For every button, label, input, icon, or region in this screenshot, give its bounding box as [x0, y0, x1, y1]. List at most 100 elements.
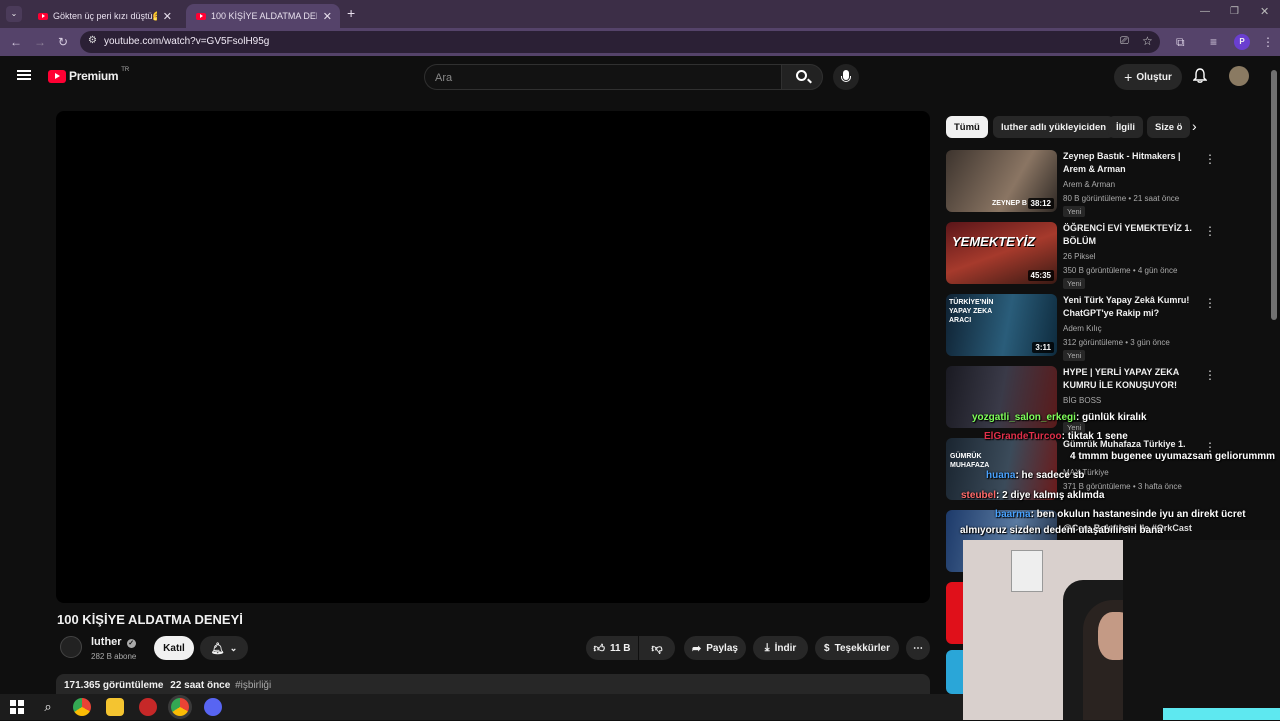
url-text: youtube.com/watch?v=GV5FsolH95g	[104, 36, 270, 47]
bookmark-star-icon[interactable]: ☆	[1142, 34, 1153, 48]
channel-avatar[interactable]	[60, 636, 82, 658]
back-icon[interactable]: ←	[10, 35, 22, 49]
video-player[interactable]	[56, 111, 930, 603]
hashtag-link[interactable]: #işbirliği	[235, 680, 271, 691]
tab-shorts[interactable]: Gökten üç peri kızı düştü🤗 #s ✕	[28, 4, 180, 28]
app-icon[interactable]	[204, 698, 222, 716]
more-vertical-icon[interactable]: ⋮	[1204, 224, 1216, 238]
close-window-icon[interactable]: ✕	[1260, 5, 1269, 18]
hamburger-menu-icon[interactable]	[17, 70, 31, 80]
rec-meta: 312 görüntüleme • 3 gün önce	[1063, 338, 1170, 347]
reload-icon[interactable]: ↻	[58, 35, 68, 49]
new-tab-icon[interactable]: +	[347, 5, 355, 21]
recommendation-item[interactable]: ZEYNEP B 38:12 Zeynep Bastık - Hitmakers…	[946, 150, 1226, 217]
search-button[interactable]	[781, 64, 823, 90]
channel-name[interactable]: luther ✓	[91, 636, 136, 648]
recommendation-item[interactable]: TÜRKİYE'NİN YAPAY ZEKA ARACI 3:11 Yeni T…	[946, 294, 1226, 361]
more-actions-button[interactable]: ⋯	[906, 636, 930, 660]
notifications-bell-icon[interactable]	[1192, 68, 1208, 83]
forward-icon[interactable]: →	[34, 35, 46, 49]
browser-tab-strip: ⌄ Gökten üç peri kızı düştü🤗 #s ✕ 100 Kİ…	[0, 0, 1280, 28]
file-explorer-icon[interactable]	[106, 698, 124, 716]
media-control-icon[interactable]: ≡	[1210, 35, 1217, 49]
more-vertical-icon[interactable]: ⋮	[1204, 152, 1216, 166]
rec-channel[interactable]: Adem Kılıç	[1063, 324, 1102, 333]
rec-channel[interactable]: BİG BOSS	[1063, 396, 1101, 405]
youtube-header: Premium TR Ara + Oluştur	[0, 56, 1280, 98]
voice-search-button[interactable]	[833, 64, 859, 90]
tab-current-video[interactable]: 100 KİŞİYE ALDATMA DENEYİ - ✕	[186, 4, 340, 28]
upload-age: 22 saat önce	[170, 680, 231, 691]
more-vertical-icon[interactable]: ⋮	[1204, 296, 1216, 310]
chrome-app-icon[interactable]	[73, 698, 91, 716]
join-button[interactable]: Katıl	[154, 636, 194, 660]
wall-poster	[1011, 550, 1043, 592]
site-info-icon[interactable]: ⚙	[88, 35, 97, 46]
search-icon	[796, 70, 807, 81]
windows-taskbar: ⌕	[0, 694, 963, 720]
video-thumbnail[interactable]: YEMEKTEYİZ 45:35	[946, 222, 1057, 284]
youtube-favicon-icon	[196, 12, 206, 20]
recommendation-item[interactable]: YEMEKTEYİZ 45:35 ÖĞRENCİ EVİ YEMEKTEYİZ …	[946, 222, 1226, 289]
address-bar[interactable]: ⚙ youtube.com/watch?v=GV5FsolH95g ⎚ ☆	[80, 31, 1160, 53]
dislike-button[interactable]: 👎︎	[639, 636, 675, 660]
more-horizontal-icon: ⋯	[913, 642, 923, 654]
chip-from-uploader[interactable]: luther adlı yükleyiciden	[993, 116, 1115, 138]
duration-badge: 45:35	[1027, 270, 1054, 281]
webcam-overlay	[963, 540, 1280, 720]
view-count: 171.365 görüntüleme	[64, 680, 164, 691]
chat-message: baarma: ben okulun hastanesinde iyu an d…	[995, 509, 1246, 520]
rec-title: Yeni Türk Yapay Zekâ Kumru! ChatGPT'ye R…	[1063, 295, 1190, 318]
maximize-icon[interactable]: ❐	[1230, 6, 1239, 17]
chrome-menu-icon[interactable]: ⋮	[1262, 35, 1274, 49]
chat-message: almıyoruz sizden dedeni ulaşabilirsin ba…	[960, 525, 1163, 536]
video-title: 100 KİŞİYE ALDATMA DENEYİ	[57, 612, 243, 627]
thanks-icon: $	[824, 642, 830, 654]
download-icon: ⤓	[764, 641, 770, 654]
create-button[interactable]: + Oluştur	[1114, 64, 1182, 90]
chip-related[interactable]: İlgili	[1108, 116, 1143, 138]
dark-wall	[1123, 540, 1280, 720]
rec-channel[interactable]: Arem & Arman	[1063, 180, 1115, 189]
search-input[interactable]: Ara	[424, 64, 781, 90]
more-vertical-icon[interactable]: ⋮	[1204, 368, 1216, 382]
chrome-app-icon[interactable]	[171, 698, 189, 716]
like-button[interactable]: 👍︎ 11 B	[586, 636, 638, 660]
account-avatar[interactable]	[1229, 66, 1249, 86]
search-icon[interactable]: ⌕	[39, 698, 57, 716]
thumbs-down-icon: 👎︎	[651, 642, 663, 655]
chevron-right-icon[interactable]: ›	[1192, 118, 1197, 134]
new-badge: Yeni	[1063, 278, 1086, 289]
video-thumbnail[interactable]: ZEYNEP B 38:12	[946, 150, 1057, 212]
thumbs-up-icon: 👍︎	[593, 642, 605, 655]
chat-message: yozgatli_salon_erkegi: günlük kiralık	[972, 412, 1147, 423]
video-thumbnail[interactable]: TÜRKİYE'NİN YAPAY ZEKA ARACI 3:11	[946, 294, 1057, 356]
chip-all[interactable]: Tümü	[946, 116, 988, 138]
browser-toolbar: ← → ↻ ⚙ youtube.com/watch?v=GV5FsolH95g …	[0, 28, 1280, 56]
minimize-icon[interactable]: —	[1200, 6, 1210, 17]
subscriber-count: 282 B abone	[91, 652, 137, 661]
cast-icon[interactable]: ⎚	[1120, 35, 1129, 48]
verified-icon: ✓	[126, 639, 136, 648]
youtube-logo[interactable]: Premium TR	[48, 67, 129, 83]
app-icon[interactable]	[139, 698, 157, 716]
windows-start-icon[interactable]	[8, 698, 26, 716]
extensions-icon[interactable]: ⧉	[1176, 35, 1185, 50]
download-button[interactable]: ⤓ İndir	[753, 636, 808, 660]
thanks-button[interactable]: $ Teşekkürler	[815, 636, 899, 660]
new-badge: Yeni	[1063, 206, 1086, 217]
rec-title: ÖĞRENCİ EVİ YEMEKTEYİZ 1. BÖLÜM	[1063, 223, 1192, 246]
close-tab-icon[interactable]: ✕	[323, 10, 332, 23]
chip-for-you[interactable]: Size ö	[1147, 116, 1191, 138]
close-tab-icon[interactable]: ✕	[163, 10, 172, 23]
profile-avatar[interactable]: P	[1234, 34, 1250, 50]
rec-title: Zeynep Bastık - Hitmakers | Arem & Arman	[1063, 151, 1181, 174]
youtube-play-icon	[48, 69, 66, 83]
rec-channel[interactable]: 26 Piksel	[1063, 252, 1095, 261]
chat-message: steubel: 2 diye kalmış aklımda	[961, 490, 1105, 501]
share-button[interactable]: ➦ Paylaş	[684, 636, 746, 660]
page-scrollbar[interactable]	[1271, 70, 1277, 320]
subscribed-notifications-button[interactable]: 🔔︎ ⌄	[200, 636, 248, 660]
tab-search-icon[interactable]: ⌄	[6, 6, 22, 22]
chat-message: huana: he sadece sb	[986, 470, 1085, 481]
